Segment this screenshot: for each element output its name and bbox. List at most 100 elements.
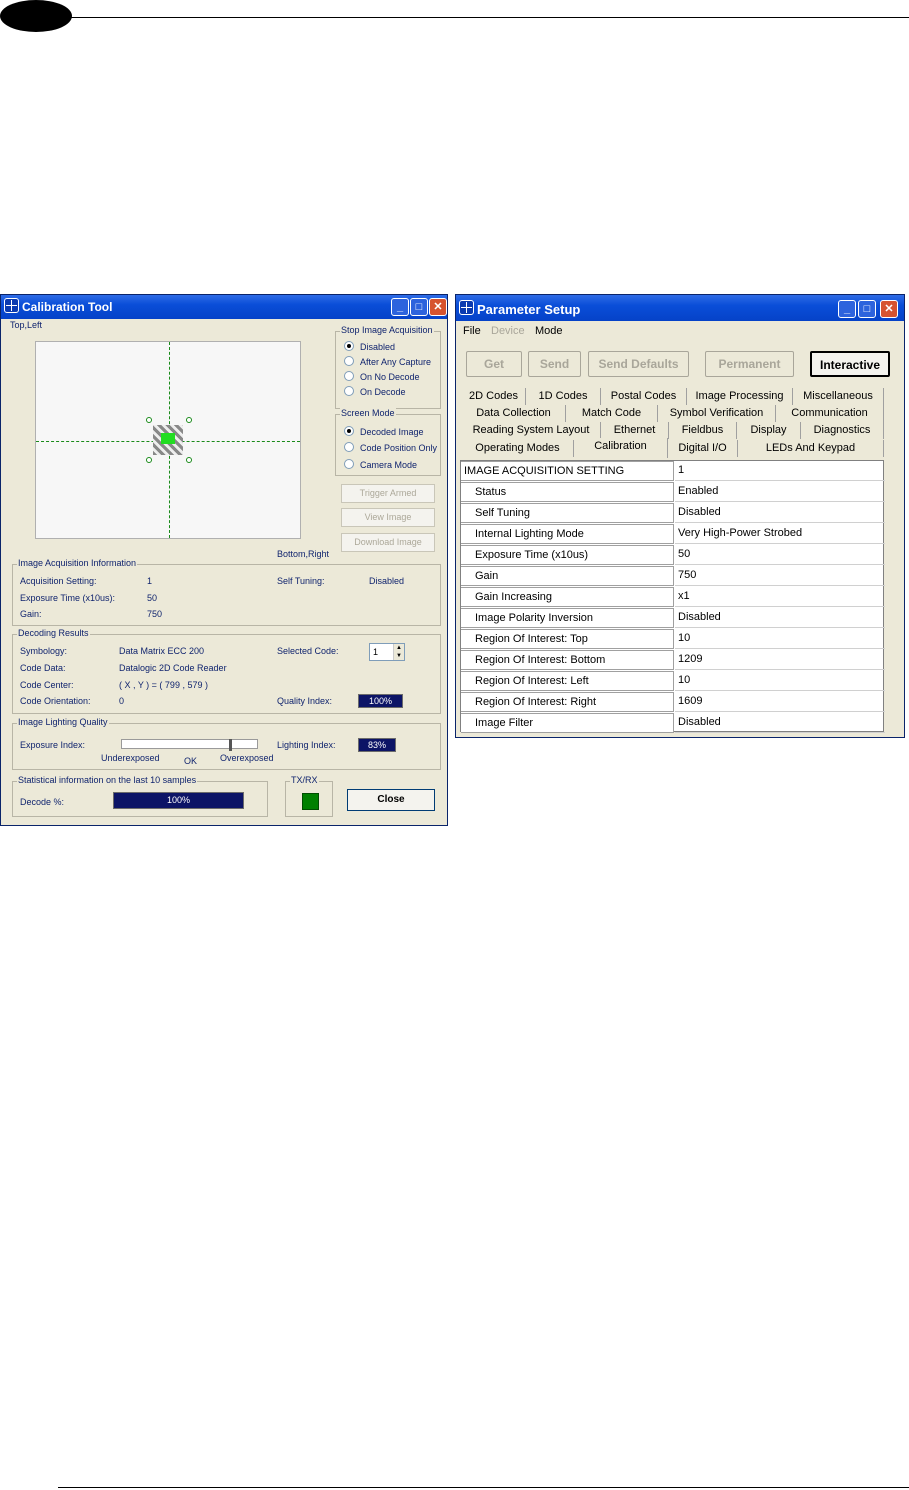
spinner-down-icon[interactable]: ▼ xyxy=(393,652,404,660)
radio-after-any-capture[interactable]: After Any Capture xyxy=(344,356,431,369)
parameter-value[interactable]: 1609 xyxy=(675,692,885,712)
parameter-row[interactable]: Region Of Interest: Top 10 xyxy=(461,629,885,650)
parameter-value[interactable]: 1 xyxy=(675,461,885,481)
parameter-row[interactable]: IMAGE ACQUISITION SETTING 1 xyxy=(461,461,885,482)
parameter-value[interactable]: Very High-Power Strobed xyxy=(675,524,885,544)
tab-postal-codes[interactable]: Postal Codes xyxy=(601,388,687,405)
code-corner-handle[interactable] xyxy=(146,417,152,423)
tab-symbol-verification[interactable]: Symbol Verification xyxy=(658,405,776,422)
parameter-name: Self Tuning xyxy=(461,503,674,523)
parameter-value[interactable]: 10 xyxy=(675,629,885,649)
selected-code-value: 1 xyxy=(373,647,379,657)
image-preview[interactable] xyxy=(35,341,301,539)
tab-leds-and-keypad[interactable]: LEDs And Keypad xyxy=(738,440,884,457)
menu-file[interactable]: File xyxy=(463,325,481,337)
tab-miscellaneous[interactable]: Miscellaneous xyxy=(793,388,884,405)
parameter-row[interactable]: Gain 750 xyxy=(461,566,885,587)
tab-2d-codes[interactable]: 2D Codes xyxy=(462,388,526,405)
tab-ethernet[interactable]: Ethernet xyxy=(601,422,669,439)
parameter-grid: IMAGE ACQUISITION SETTING 1 Status Enabled S… xyxy=(460,460,885,734)
decoded-code-highlight xyxy=(161,433,175,444)
parameter-value[interactable]: Disabled xyxy=(675,713,885,733)
calibration-title-bar[interactable]: Calibration Tool _ □ ✕ xyxy=(1,295,447,319)
close-icon[interactable]: ✕ xyxy=(880,300,898,318)
radio-disabled[interactable]: Disabled xyxy=(344,341,395,354)
interactive-button[interactable]: Interactive xyxy=(810,351,890,377)
parameter-name: Region Of Interest: Top xyxy=(461,629,674,649)
permanent-button[interactable]: Permanent xyxy=(705,351,794,377)
menu-mode[interactable]: Mode xyxy=(535,325,563,337)
parameter-name: Gain xyxy=(461,566,674,586)
parameter-row[interactable]: Internal Lighting Mode Very High-Power St… xyxy=(461,524,885,545)
send-button[interactable]: Send xyxy=(528,351,581,377)
tab-operating-modes[interactable]: Operating Modes xyxy=(462,440,574,457)
maximize-icon[interactable]: □ xyxy=(858,300,876,318)
header-rule xyxy=(60,17,909,18)
code-orientation-label: Code Orientation: xyxy=(20,696,91,706)
selected-code-spinner[interactable]: 1 ▲ ▼ xyxy=(369,643,405,661)
code-center-label: Code Center: xyxy=(20,680,74,690)
code-corner-handle[interactable] xyxy=(146,457,152,463)
decode-percent-indicator: 100% xyxy=(113,792,244,809)
tab-digital-io[interactable]: Digital I/O xyxy=(668,440,738,457)
view-image-button[interactable]: View Image xyxy=(341,508,435,527)
parameter-row[interactable]: Self Tuning Disabled xyxy=(461,503,885,524)
tab-reading-system-layout[interactable]: Reading System Layout xyxy=(462,422,601,439)
radio-circle xyxy=(344,356,354,366)
parameter-value[interactable]: 1209 xyxy=(675,650,885,670)
spinner-up-icon[interactable]: ▲ xyxy=(393,644,404,652)
parameter-row[interactable]: Region Of Interest: Left 10 xyxy=(461,671,885,692)
parameter-row[interactable]: Gain Increasing x1 xyxy=(461,587,885,608)
parameter-row[interactable]: Status Enabled xyxy=(461,482,885,503)
tab-fieldbus[interactable]: Fieldbus xyxy=(669,422,737,439)
tab-data-collection[interactable]: Data Collection xyxy=(462,405,566,422)
parameter-value[interactable]: Enabled xyxy=(675,482,885,502)
radio-decoded-image[interactable]: Decoded Image xyxy=(344,426,424,439)
tab-diagnostics[interactable]: Diagnostics xyxy=(801,422,884,439)
exposure-index-slider[interactable] xyxy=(121,739,258,751)
lighting-index-indicator: 83% xyxy=(358,738,396,752)
parameter-row[interactable]: Image Polarity Inversion Disabled xyxy=(461,608,885,629)
menu-device[interactable]: Device xyxy=(491,325,525,337)
parameter-value[interactable]: Disabled xyxy=(675,503,885,523)
get-button[interactable]: Get xyxy=(466,351,522,377)
trigger-armed-button[interactable]: Trigger Armed xyxy=(341,484,435,503)
radio-on-no-decode[interactable]: On No Decode xyxy=(344,371,420,384)
radio-camera-mode[interactable]: Camera Mode xyxy=(344,459,417,472)
parameter-row[interactable]: Image Filter Disabled xyxy=(461,713,885,734)
decode-percent-label: Decode %: xyxy=(20,797,65,807)
app-icon xyxy=(459,300,474,315)
code-orientation-value: 0 xyxy=(119,696,125,706)
exposure-index-thumb[interactable] xyxy=(229,739,232,751)
parameter-value[interactable]: x1 xyxy=(675,587,885,607)
parameter-setup-title-bar[interactable]: Parameter Setup _ □ ✕ xyxy=(456,295,904,321)
minimize-icon[interactable]: _ xyxy=(391,298,409,316)
exposure-time-value: 50 xyxy=(147,593,158,603)
maximize-icon[interactable]: □ xyxy=(410,298,428,316)
parameter-value[interactable]: 10 xyxy=(675,671,885,691)
download-image-button[interactable]: Download Image xyxy=(341,533,435,552)
code-corner-handle[interactable] xyxy=(186,457,192,463)
parameter-value[interactable]: Disabled xyxy=(675,608,885,628)
parameter-row[interactable]: Region Of Interest: Right 1609 xyxy=(461,692,885,713)
tab-communication[interactable]: Communication xyxy=(776,405,884,422)
tab-calibration[interactable]: Calibration xyxy=(574,438,668,458)
close-button[interactable]: Close xyxy=(347,789,435,811)
tab-display[interactable]: Display xyxy=(737,422,801,439)
parameter-name: Internal Lighting Mode xyxy=(461,524,674,544)
close-icon[interactable]: ✕ xyxy=(429,298,447,316)
parameter-row[interactable]: Region Of Interest: Bottom 1209 xyxy=(461,650,885,671)
radio-code-position-only[interactable]: Code Position Only xyxy=(344,442,437,455)
parameter-value[interactable]: 50 xyxy=(675,545,885,565)
group-title: Decoding Results xyxy=(17,628,90,638)
radio-on-decode[interactable]: On Decode xyxy=(344,386,406,399)
code-corner-handle[interactable] xyxy=(186,417,192,423)
send-defaults-button[interactable]: Send Defaults xyxy=(588,351,689,377)
txrx-group: TX/RX xyxy=(285,775,333,817)
tab-image-processing[interactable]: Image Processing xyxy=(687,388,793,405)
minimize-icon[interactable]: _ xyxy=(838,300,856,318)
tab-1d-codes[interactable]: 1D Codes xyxy=(526,388,601,405)
tab-match-code[interactable]: Match Code xyxy=(566,405,658,422)
parameter-value[interactable]: 750 xyxy=(675,566,885,586)
parameter-row[interactable]: Exposure Time (x10us) 50 xyxy=(461,545,885,566)
